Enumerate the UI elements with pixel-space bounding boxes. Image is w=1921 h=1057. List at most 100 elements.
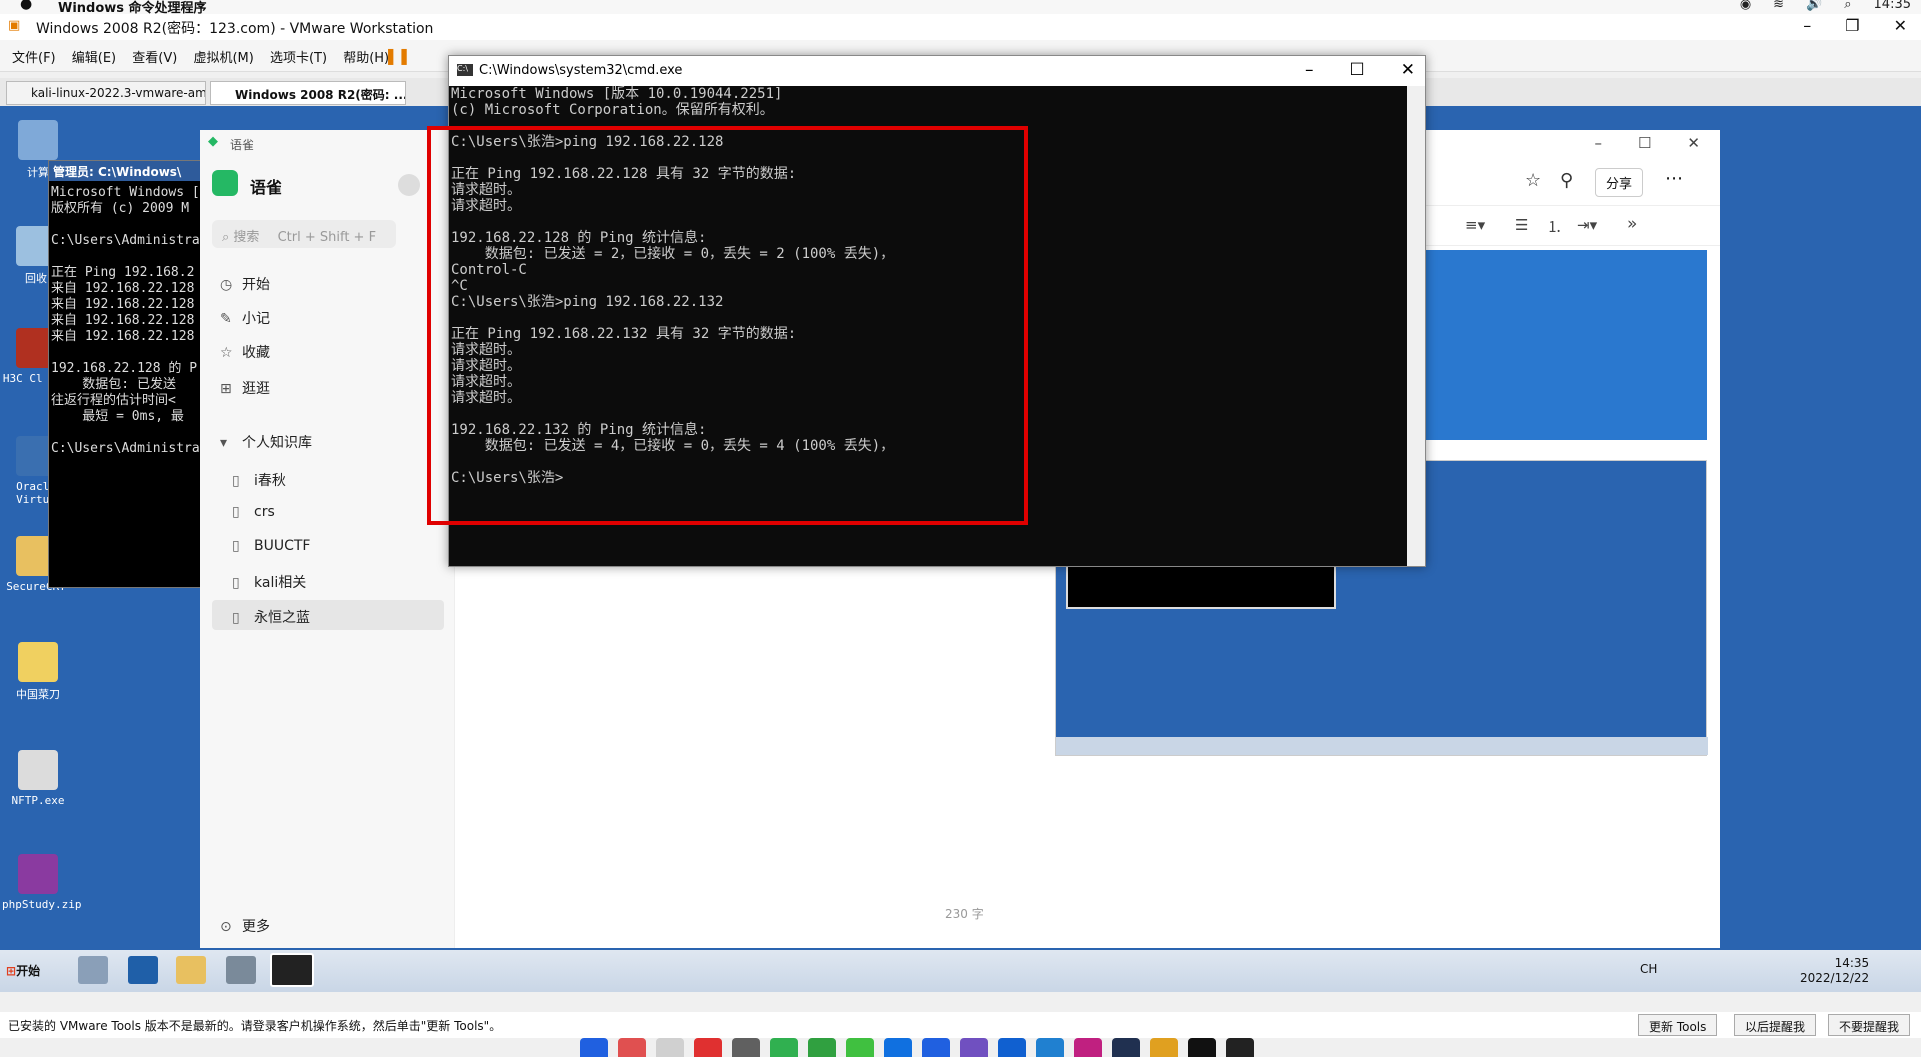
app-icon[interactable] [770, 1038, 798, 1057]
kb-section-header[interactable]: ▾ 个人知识库 [220, 432, 312, 452]
menu-view[interactable]: 查看(V) [132, 47, 177, 66]
steam-icon[interactable] [1112, 1038, 1140, 1057]
kb-item-label: 永恒之蓝 [254, 610, 310, 626]
user-icon[interactable]: ◉ [1740, 0, 1751, 12]
star-icon[interactable]: ☆ [1525, 170, 1541, 191]
nav-notes[interactable]: ✎ 小记 [220, 308, 270, 328]
server-manager-icon[interactable] [78, 956, 108, 984]
kb-item[interactable]: ▯ BUUCTF [232, 538, 310, 554]
search-icon: ⌕ [222, 230, 234, 245]
search-input[interactable]: ⌕ 搜索 Ctrl + Shift + F [212, 220, 396, 248]
wifi-icon[interactable]: ≋ [1773, 0, 1784, 12]
app-icon[interactable] [656, 1038, 684, 1057]
tab-kali-label: kali-linux-2022.3-vmware-am... [31, 86, 206, 100]
app-icon[interactable] [998, 1038, 1026, 1057]
start-button[interactable]: ⊞开始 [2, 954, 52, 984]
maximize-icon[interactable]: ☐ [1350, 60, 1365, 80]
apple-icon[interactable]: ● [20, 0, 32, 12]
restore-icon[interactable]: ❐ [1845, 16, 1859, 35]
close-icon[interactable]: ✕ [1894, 16, 1907, 35]
terminal-icon[interactable] [1188, 1038, 1216, 1057]
close-icon[interactable]: ✕ [1401, 60, 1415, 80]
bullet-list-icon[interactable]: ☰ [1515, 216, 1528, 234]
align-icon[interactable]: ≡▾ [1465, 216, 1485, 234]
desktop-icon-phpstudy[interactable]: phpStudy.zip [2, 854, 81, 911]
kb-item[interactable]: ▯ crs [232, 504, 275, 520]
app-icon[interactable] [694, 1038, 722, 1057]
menu-help[interactable]: 帮助(H) [343, 47, 389, 66]
minimize-icon[interactable]: – [1803, 16, 1811, 35]
search-shortcut: Ctrl + Shift + F [277, 230, 377, 245]
minimize-icon[interactable]: – [1594, 134, 1602, 152]
app-icon[interactable] [960, 1038, 988, 1057]
nav-favorites[interactable]: ☆ 收藏 [220, 342, 270, 362]
star-icon: ☆ [220, 345, 233, 361]
desktop-icon-nftp[interactable]: NFTP.exe [2, 750, 74, 807]
close-icon[interactable]: ✕ [1687, 134, 1700, 152]
tools-status-message: 已安装的 VMware Tools 版本不是最新的。请登录客户机操作系统，然后单… [8, 1019, 502, 1033]
tab-windows2008[interactable]: Windows 2008 R2(密码: ... [210, 81, 406, 105]
expand-toolbar-icon[interactable]: » [1627, 214, 1637, 234]
desktop-icon-label: NFTP.exe [11, 794, 65, 807]
host-dock [580, 1038, 1340, 1057]
minimize-icon[interactable]: – [1305, 60, 1314, 80]
cmd-titlebar[interactable]: C:\ C:\Windows\system32\cmd.exe – ☐ ✕ [449, 56, 1425, 86]
app-icon[interactable] [922, 1038, 950, 1057]
trash-icon[interactable] [1226, 1038, 1254, 1057]
menu-edit[interactable]: 编辑(E) [72, 47, 116, 66]
app-icon[interactable] [1074, 1038, 1102, 1057]
nav-more[interactable]: ⊙ 更多 [220, 916, 270, 936]
guest-cmd-window[interactable]: 管理员: C:\Windows\ Microsoft Windows [ 版权所… [48, 160, 204, 588]
nav-start[interactable]: ◷ 开始 [220, 274, 270, 294]
app-icon[interactable] [226, 956, 256, 984]
update-tools-button[interactable]: 更新 Tools [1638, 1014, 1718, 1036]
search-icon[interactable]: ⌕ [1844, 0, 1851, 12]
kb-item-label: crs [254, 504, 275, 520]
nav-explore[interactable]: ⊞ 逛逛 [220, 378, 270, 398]
search-placeholder: 搜索 [233, 230, 260, 245]
language-indicator[interactable]: CH [1640, 962, 1657, 976]
pause-icon[interactable]: ❚❚ [384, 46, 411, 65]
menu-vm[interactable]: 虚拟机(M) [193, 47, 253, 66]
app-icon[interactable] [1036, 1038, 1064, 1057]
avatar[interactable] [398, 174, 420, 196]
remind-later-button[interactable]: 以后提醒我 [1734, 1014, 1817, 1036]
embedded-taskbar [1056, 737, 1708, 755]
pen-icon: ✎ [220, 311, 232, 327]
desktop-icon-label: 计算 [27, 166, 49, 179]
indent-icon[interactable]: ⇥▾ [1577, 216, 1597, 234]
kb-item-selected[interactable]: ▯ 永恒之蓝 [232, 607, 310, 627]
maximize-icon[interactable]: ☐ [1638, 134, 1651, 152]
kb-item[interactable]: ▯ kali相关 [232, 572, 306, 592]
share-button[interactable]: 分享 [1595, 168, 1644, 197]
more-icon[interactable]: ⋯ [1665, 168, 1683, 189]
vmware-logo-icon: ▣ [8, 18, 21, 33]
explorer-icon[interactable] [176, 956, 206, 984]
app-icon[interactable] [884, 1038, 912, 1057]
powershell-icon[interactable] [128, 956, 158, 984]
wechat-icon[interactable] [846, 1038, 874, 1057]
guest-taskbar: ⊞开始 CH 14:35 2022/12/22 [0, 950, 1921, 992]
menu-file[interactable]: 文件(F) [12, 47, 56, 66]
volume-icon[interactable]: 🔊 [1806, 0, 1822, 12]
tab-kali[interactable]: kali-linux-2022.3-vmware-am... [6, 81, 206, 105]
app-icon[interactable] [732, 1038, 760, 1057]
app-icon[interactable] [618, 1038, 646, 1057]
kb-item[interactable]: ▯ i春秋 [232, 470, 286, 490]
ordered-list-icon[interactable]: ⒈ [1547, 216, 1562, 237]
app-icon[interactable] [808, 1038, 836, 1057]
vmware-window-title: Windows 2008 R2(密码：123.com) - VMware Wor… [36, 21, 434, 37]
guest-clock[interactable]: 14:35 2022/12/22 [1800, 956, 1869, 986]
desktop-icon-label: 回收 [25, 272, 47, 285]
desktop-icon-caidao[interactable]: 中国菜刀 [2, 642, 74, 702]
cmd-title: C:\Windows\system32\cmd.exe [479, 63, 683, 78]
dont-remind-button[interactable]: 不要提醒我 [1828, 1014, 1911, 1036]
cmd-scrollbar[interactable] [1407, 86, 1425, 566]
nav-more-label: 更多 [242, 919, 270, 935]
chrome-icon[interactable] [1150, 1038, 1178, 1057]
menu-tabs[interactable]: 选项卡(T) [270, 47, 327, 66]
finder-icon[interactable] [580, 1038, 608, 1057]
tab-windows2008-label: Windows 2008 R2(密码: ... [235, 88, 406, 102]
cmd-taskbar-icon[interactable] [270, 953, 314, 987]
share-tree-icon[interactable]: ⚲ [1560, 170, 1573, 191]
